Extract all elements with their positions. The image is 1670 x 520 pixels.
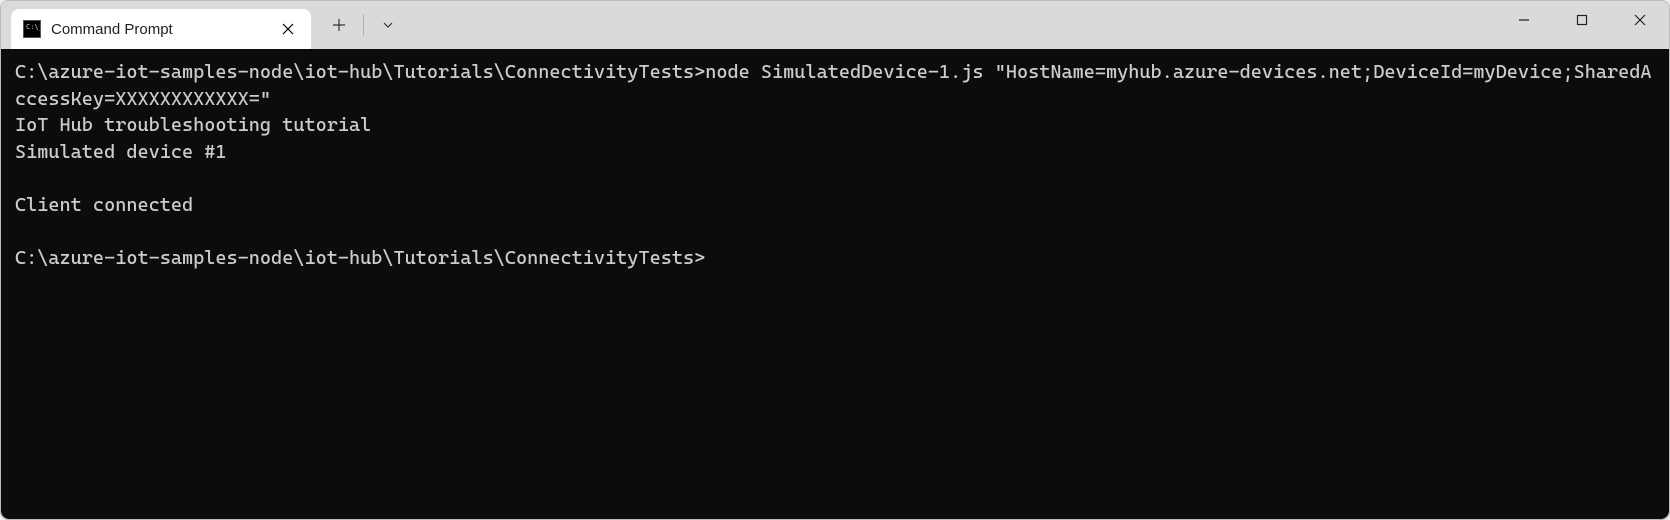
terminal-line: C:\azure-iot-samples-node\iot-hub\Tutori… <box>15 59 1655 112</box>
maximize-button[interactable] <box>1553 1 1611 39</box>
tab-close-button[interactable] <box>277 18 299 40</box>
terminal-line: Client connected <box>15 192 1655 219</box>
minimize-icon <box>1518 14 1530 26</box>
tab-dropdown-button[interactable] <box>368 5 408 45</box>
terminal-icon <box>23 20 41 38</box>
close-icon <box>282 23 294 35</box>
terminal-output[interactable]: C:\azure-iot-samples-node\iot-hub\Tutori… <box>1 49 1669 519</box>
terminal-line: IoT Hub troubleshooting tutorial <box>15 112 1655 139</box>
minimize-button[interactable] <box>1495 1 1553 39</box>
tab-title: Command Prompt <box>51 21 267 38</box>
prompt-text: C:\azure-iot-samples-node\iot-hub\Tutori… <box>15 247 705 269</box>
window: Command Prompt <box>0 0 1670 520</box>
blank-line <box>15 219 1655 246</box>
plus-icon <box>332 18 346 32</box>
blank-line <box>15 165 1655 192</box>
titlebar: Command Prompt <box>1 1 1669 49</box>
tab-command-prompt[interactable]: Command Prompt <box>11 9 311 49</box>
maximize-icon <box>1576 14 1588 26</box>
terminal-line: C:\azure-iot-samples-node\iot-hub\Tutori… <box>15 245 1655 272</box>
prompt-text: C:\azure-iot-samples-node\iot-hub\Tutori… <box>15 61 705 83</box>
new-tab-button[interactable] <box>319 5 359 45</box>
tab-strip: Command Prompt <box>1 1 1495 49</box>
window-close-button[interactable] <box>1611 1 1669 39</box>
chevron-down-icon <box>381 18 395 32</box>
divider <box>363 14 364 36</box>
terminal-line: Simulated device #1 <box>15 139 1655 166</box>
close-icon <box>1634 14 1646 26</box>
window-controls <box>1495 1 1669 49</box>
titlebar-actions <box>311 1 408 49</box>
